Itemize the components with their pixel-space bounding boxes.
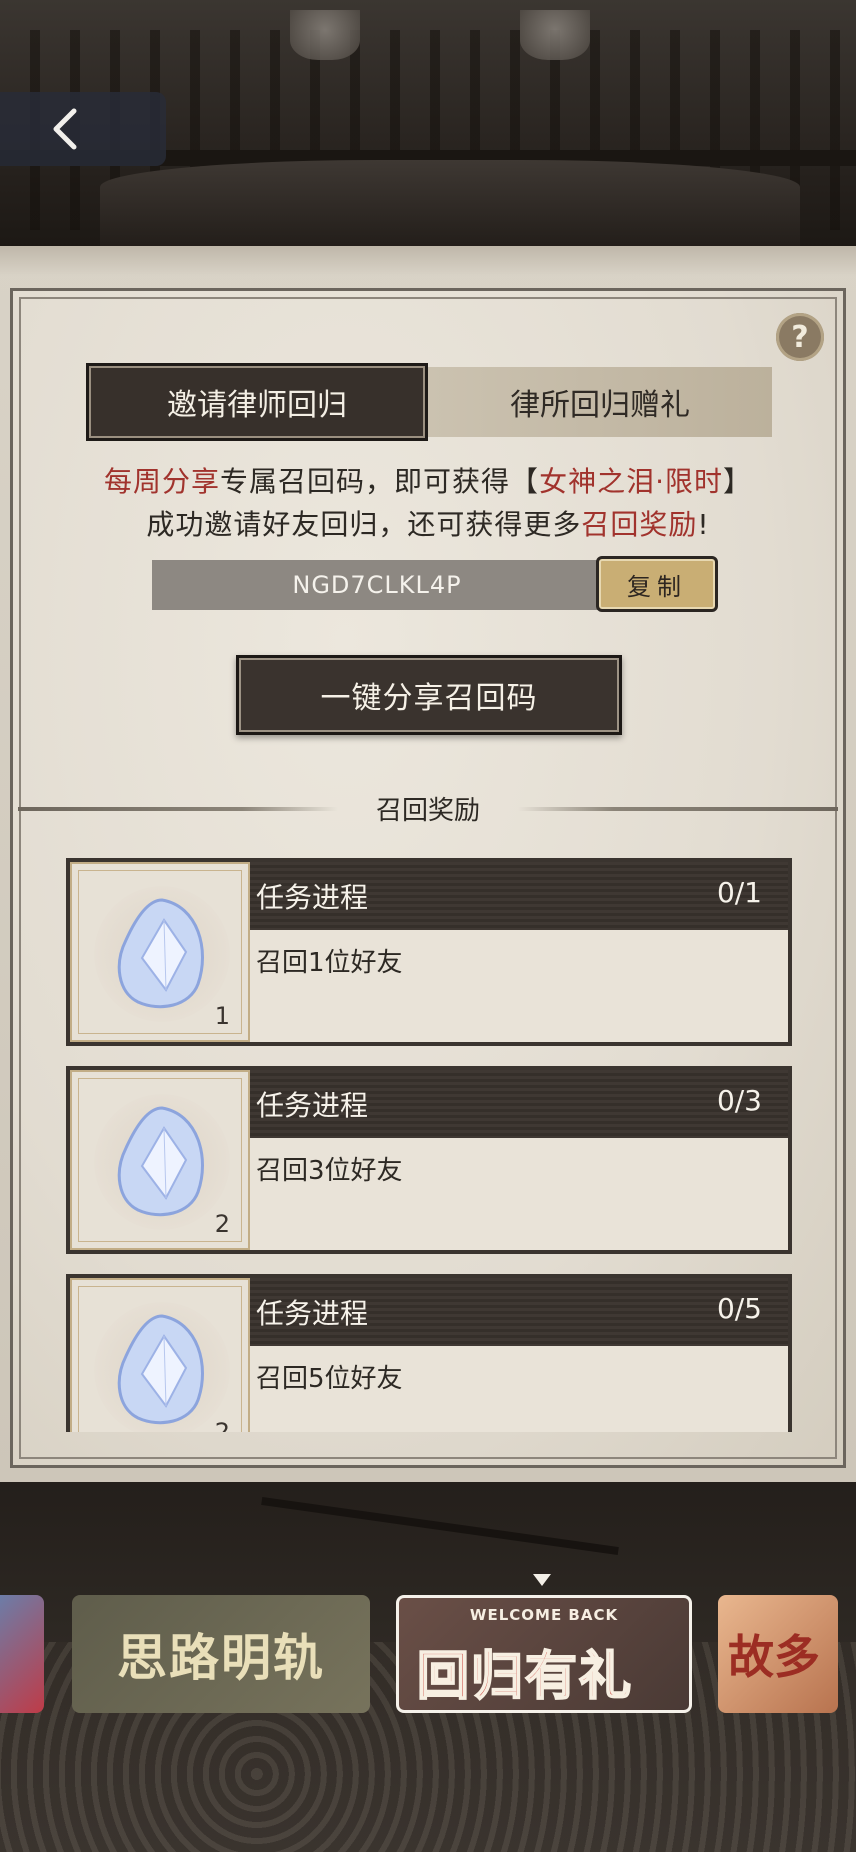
tab-invite-lawyer[interactable]: 邀请律师回归 [86, 363, 428, 441]
back-button[interactable] [0, 92, 166, 166]
reward-quantity: 2 [214, 1210, 230, 1238]
task-progress-header: 任务进程 0/1 [250, 862, 788, 930]
reward-quantity: 1 [214, 1002, 230, 1030]
banner-title: 回归有礼 [416, 1645, 634, 1708]
task-description-box: 召回1位好友 [250, 930, 788, 1042]
task-progress-label: 任务进程 [256, 1089, 369, 1122]
task-progress-header: 任务进程 0/5 [250, 1278, 788, 1346]
task-description-box: 召回5位好友 [250, 1346, 788, 1432]
task-progress-count: 0/3 [716, 1084, 762, 1117]
banner-title: 思路明轨 [117, 1628, 325, 1687]
chevron-left-icon [53, 108, 77, 150]
staircase-rail [261, 1496, 619, 1556]
tab-firm-return-gift[interactable]: 律所回归赠礼 [428, 367, 772, 437]
info-line-1: 每周分享专属召回码，即可获得【女神之泪·限时】 [0, 460, 856, 500]
info-text: 【 [510, 465, 540, 498]
tear-gem-icon [94, 1094, 230, 1230]
info-highlight: 召回奖励 [581, 508, 698, 541]
reward-card: 2 任务进程 0/3 召回3位好友 [66, 1066, 792, 1254]
event-banner-partial-right[interactable]: 故多 [718, 1595, 838, 1713]
info-highlight: 女神之泪·限时 [539, 465, 723, 498]
task-progress-header: 任务进程 0/3 [250, 1070, 788, 1138]
task-description: 召回5位好友 [256, 1364, 403, 1394]
reward-quantity: 2 [214, 1418, 230, 1432]
recall-code-row: NGD7CLKL4P 复制 [152, 556, 718, 612]
info-highlight: 每周分享 [104, 465, 221, 498]
recall-code-value: NGD7CLKL4P [152, 560, 602, 610]
task-progress-label: 任务进程 [256, 881, 369, 914]
task-progress-label: 任务进程 [256, 1297, 369, 1330]
reward-card: 2 任务进程 0/5 召回5位好友 [66, 1274, 792, 1432]
task-description-box: 召回3位好友 [250, 1138, 788, 1250]
tab-bar: 邀请律师回归 律所回归赠礼 [86, 363, 772, 441]
info-text: ! [697, 508, 710, 541]
event-banner-welcome-back[interactable]: WELCOME BACK 回归有礼 [396, 1595, 692, 1713]
banner-title: 故多 [728, 1630, 820, 1684]
tear-gem-icon [94, 1302, 230, 1432]
reward-card: 1 任务进程 0/1 召回1位好友 [66, 858, 792, 1046]
task-description: 召回3位好友 [256, 1156, 403, 1186]
task-progress-count: 0/1 [716, 876, 762, 909]
info-text: 成功邀请好友回归，还可获得更多 [146, 508, 582, 541]
chandelier-lamp [290, 10, 360, 60]
balcony [100, 160, 800, 250]
reward-item-slot[interactable]: 2 [70, 1070, 250, 1250]
info-text: 专属召回码，即可获得 [220, 465, 511, 498]
event-banner-silu-mingui[interactable]: 思路明轨 [72, 1595, 370, 1713]
banner-tag: WELCOME BACK [469, 1606, 619, 1624]
tear-gem-icon [94, 886, 230, 1022]
reward-item-slot[interactable]: 1 [70, 862, 250, 1042]
task-description: 召回1位好友 [256, 948, 403, 978]
share-code-button[interactable]: 一键分享召回码 [236, 655, 622, 735]
rewards-title: 召回奖励 [375, 796, 480, 826]
reward-item-slot[interactable]: 2 [70, 1278, 250, 1432]
info-text: 】 [722, 465, 752, 498]
chandelier-lamp [520, 10, 590, 60]
event-banner-partial-left[interactable] [0, 1595, 44, 1713]
help-icon[interactable]: ? [776, 313, 824, 361]
rewards-list[interactable]: 1 任务进程 0/1 召回1位好友 2 任务进程 0/3 召回3位好友 2 任务… [66, 858, 792, 1432]
copy-button[interactable]: 复制 [596, 556, 718, 612]
task-progress-count: 0/5 [716, 1292, 762, 1325]
selected-banner-indicator [533, 1574, 551, 1586]
info-line-2: 成功邀请好友回归，还可获得更多召回奖励! [0, 503, 856, 543]
